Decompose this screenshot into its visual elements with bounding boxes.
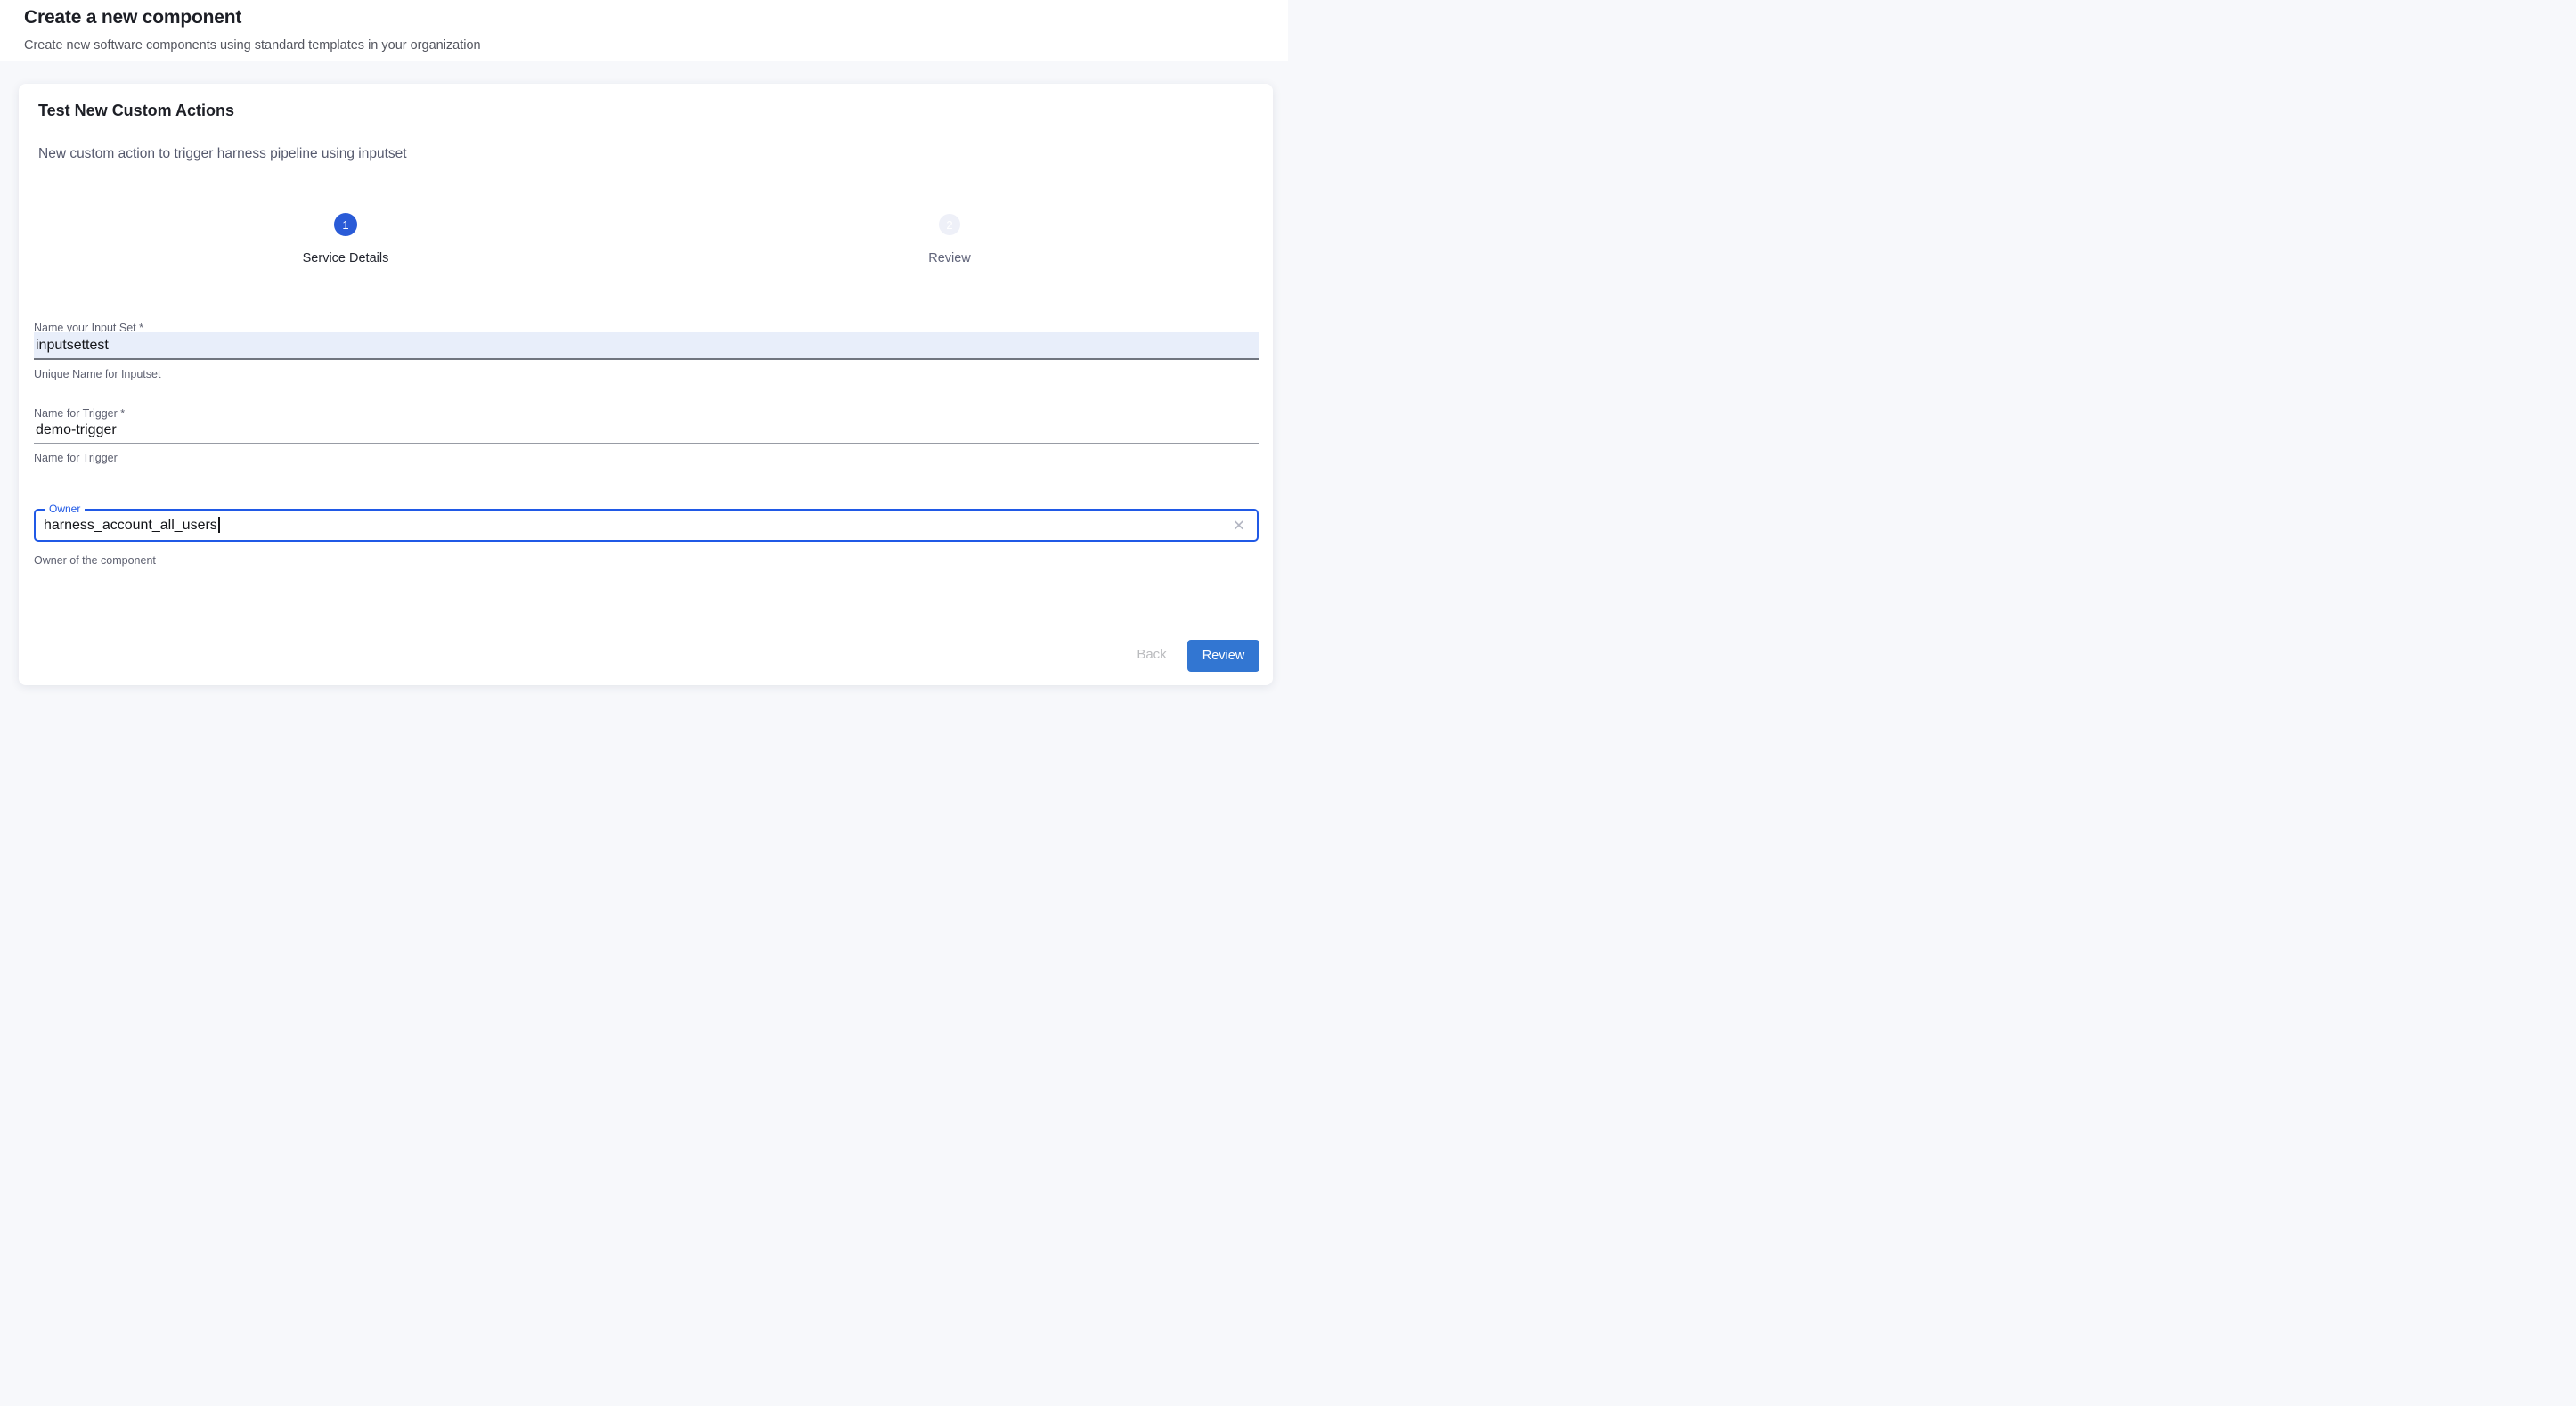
inputset-name-value: inputsettest bbox=[36, 338, 109, 353]
page-header: Create a new component Create new softwa… bbox=[0, 0, 1288, 61]
template-description: New custom action to trigger harness pip… bbox=[38, 146, 407, 162]
step-1-label: Service Details bbox=[270, 251, 421, 266]
step-1-indicator: 1 bbox=[334, 213, 357, 236]
owner-input[interactable]: Owner harness_account_all_users ✕ bbox=[34, 509, 1259, 542]
owner-value: harness_account_all_users bbox=[44, 518, 217, 533]
step-2-label: Review bbox=[874, 251, 1025, 266]
trigger-name-value: demo-trigger bbox=[36, 422, 117, 437]
step-2-indicator: 2 bbox=[939, 214, 960, 235]
back-button[interactable]: Back bbox=[1116, 644, 1187, 666]
clear-icon[interactable]: ✕ bbox=[1233, 518, 1245, 533]
owner-label: Owner bbox=[45, 503, 85, 515]
trigger-name-helper: Name for Trigger bbox=[34, 452, 118, 464]
inputset-name-helper: Unique Name for Inputset bbox=[34, 368, 160, 380]
inputset-name-input[interactable]: inputsettest bbox=[34, 332, 1259, 360]
review-button[interactable]: Review bbox=[1187, 640, 1259, 672]
trigger-name-input[interactable]: demo-trigger bbox=[34, 418, 1259, 444]
template-title: Test New Custom Actions bbox=[38, 102, 234, 120]
owner-helper: Owner of the component bbox=[34, 554, 156, 567]
wizard-card: Test New Custom Actions New custom actio… bbox=[19, 84, 1273, 685]
page-title: Create a new component bbox=[24, 7, 241, 29]
page-subtitle: Create new software components using sta… bbox=[24, 38, 481, 53]
text-caret bbox=[218, 517, 220, 533]
